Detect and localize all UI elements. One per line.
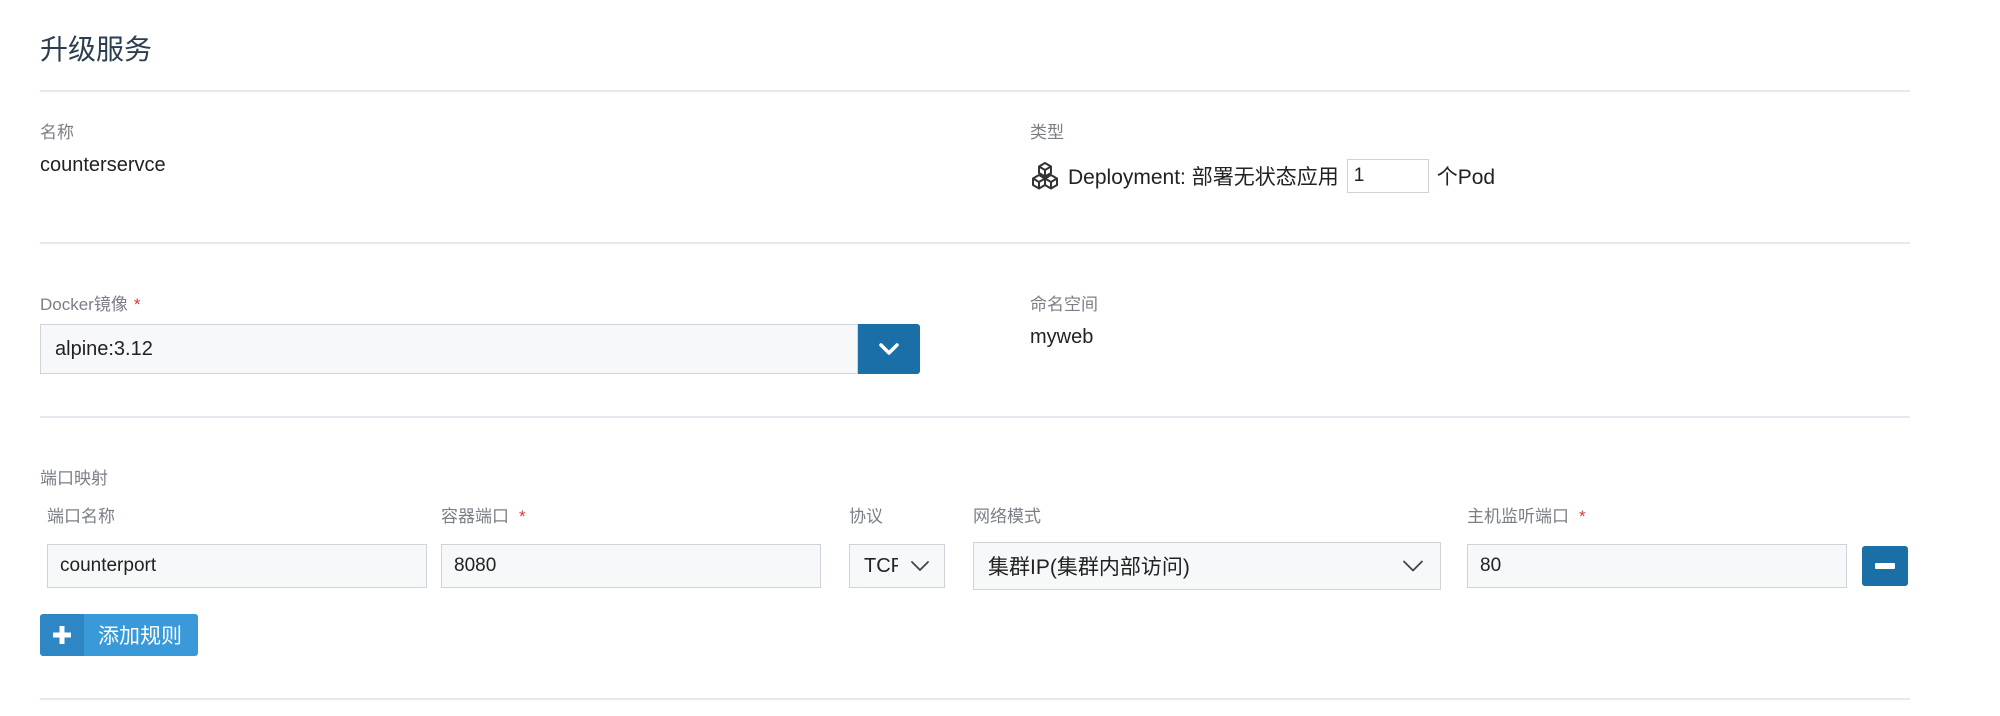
minus-icon [1875, 563, 1895, 569]
required-marker: * [133, 295, 141, 314]
required-marker: * [1579, 507, 1586, 526]
docker-image-label-text: Docker镜像 [40, 295, 128, 314]
chevron-down-icon [879, 343, 899, 355]
plus-icon [53, 626, 71, 644]
cube-cluster-icon [1032, 162, 1058, 190]
required-marker: * [519, 507, 526, 526]
column-port-name: 端口名称 [47, 507, 115, 526]
container-port-input[interactable] [441, 544, 821, 588]
chevron-down-icon [911, 561, 929, 571]
port-name-input[interactable] [47, 544, 427, 588]
add-rule-icon-box [40, 614, 84, 656]
title-divider [40, 90, 1910, 92]
namespace-value: myweb [1030, 326, 1094, 348]
host-port-input[interactable] [1467, 544, 1847, 588]
column-host-port-text: 主机监听端口 [1467, 507, 1569, 526]
replicas-input[interactable] [1346, 159, 1429, 193]
replicas-unit: 个Pod [1436, 166, 1496, 189]
port-mapping-label: 端口映射 [40, 469, 108, 488]
service-name-value: counterservce [40, 154, 166, 176]
column-network-mode: 网络模式 [973, 507, 1041, 526]
name-label: 名称 [40, 123, 74, 142]
section-divider-1 [40, 242, 1910, 244]
namespace-label: 命名空间 [1030, 295, 1098, 314]
docker-image-input[interactable] [40, 324, 858, 374]
section-divider-3 [40, 698, 1910, 700]
page-title: 升级服务 [40, 34, 153, 65]
type-label: 类型 [1030, 123, 1064, 142]
network-mode-select[interactable]: 集群IP(集群内部访问) [973, 542, 1441, 590]
remove-port-button[interactable] [1862, 546, 1908, 586]
column-protocol: 协议 [849, 507, 883, 526]
add-rule-button[interactable]: 添加规则 [40, 614, 198, 656]
column-container-port: 容器端口 * [441, 502, 526, 527]
deployment-type-row: Deployment: 部署无状态应用 个Pod [1030, 158, 1495, 194]
chevron-down-icon [1403, 560, 1423, 572]
docker-image-label: Docker镜像 * [40, 290, 140, 315]
deployment-type-text: Deployment: 部署无状态应用 [1068, 166, 1339, 189]
network-mode-value: 集群IP(集群内部访问) [988, 556, 1190, 579]
protocol-value: TCP [864, 554, 898, 577]
protocol-select[interactable]: TCP [849, 544, 945, 588]
add-rule-label: 添加规则 [84, 614, 198, 656]
column-host-port: 主机监听端口 * [1467, 502, 1586, 527]
column-container-port-text: 容器端口 [441, 507, 509, 526]
section-divider-2 [40, 416, 1910, 418]
image-dropdown-button[interactable] [858, 324, 920, 374]
